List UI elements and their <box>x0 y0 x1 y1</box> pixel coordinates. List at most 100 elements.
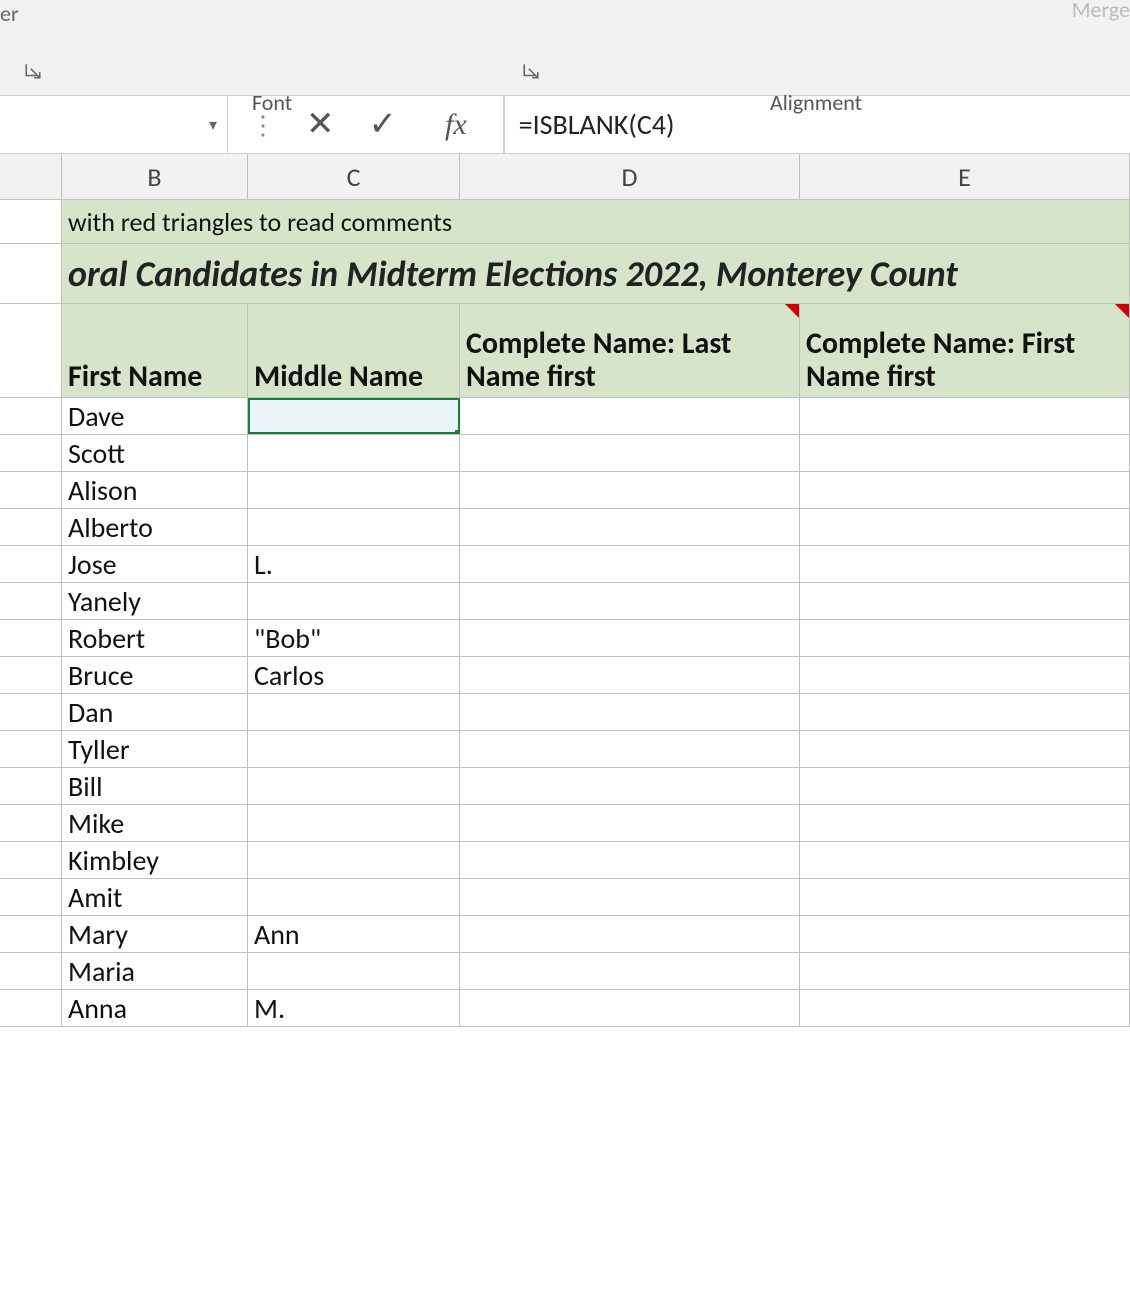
cell-complete-first-first[interactable] <box>800 842 1130 878</box>
cell-first-name[interactable]: Anna <box>62 990 248 1026</box>
cell-middle-name[interactable] <box>248 953 460 989</box>
cell[interactable] <box>0 509 62 545</box>
chevron-down-icon[interactable]: ▾ <box>209 115 217 135</box>
cell-complete-first-first[interactable] <box>800 546 1130 582</box>
cell-complete-first-first[interactable] <box>800 805 1130 841</box>
cell-complete-first-first[interactable] <box>800 768 1130 804</box>
cancel-icon[interactable]: ✕ <box>306 104 335 145</box>
cell-complete-first-first[interactable] <box>800 694 1130 730</box>
cell-middle-name[interactable] <box>248 768 460 804</box>
cell-complete-first-first[interactable] <box>800 731 1130 767</box>
cell-complete-first-first[interactable] <box>800 916 1130 952</box>
cell-first-name[interactable]: Amit <box>62 879 248 915</box>
cell[interactable] <box>0 916 62 952</box>
cell-middle-name[interactable]: Ann <box>248 916 460 952</box>
cell-first-name[interactable]: Robert <box>62 620 248 656</box>
cell-complete-first-first[interactable] <box>800 509 1130 545</box>
cell[interactable] <box>0 842 62 878</box>
cell[interactable] <box>0 731 62 767</box>
cell[interactable] <box>0 200 62 243</box>
cell-middle-name[interactable] <box>248 472 460 508</box>
cell-complete-last-first[interactable] <box>460 879 800 915</box>
cell[interactable] <box>0 435 62 471</box>
cell-middle-name[interactable]: M. <box>248 990 460 1026</box>
cell[interactable] <box>0 398 62 434</box>
fx-icon[interactable]: fx <box>431 108 481 142</box>
name-box[interactable]: ▾ <box>0 96 228 153</box>
cell-middle-name[interactable] <box>248 731 460 767</box>
cell[interactable] <box>0 953 62 989</box>
col-header-C[interactable]: C <box>248 154 460 199</box>
cell-complete-first-first[interactable] <box>800 472 1130 508</box>
cell-complete-last-first[interactable] <box>460 472 800 508</box>
col-header-E[interactable]: E <box>800 154 1130 199</box>
cell-first-name[interactable]: Dave <box>62 398 248 434</box>
cell-first-name[interactable]: Alberto <box>62 509 248 545</box>
cell-complete-first-first[interactable] <box>800 990 1130 1026</box>
cell-complete-first-first[interactable] <box>800 953 1130 989</box>
header-complete-last-first[interactable]: Complete Name: Last Name first <box>460 304 800 397</box>
cell[interactable] <box>0 768 62 804</box>
cell[interactable] <box>0 244 62 303</box>
header-complete-first-first[interactable]: Complete Name: First Name first <box>800 304 1130 397</box>
cell-first-name[interactable]: Jose <box>62 546 248 582</box>
cell-first-name[interactable]: Bill <box>62 768 248 804</box>
cell-first-name[interactable]: Yanely <box>62 583 248 619</box>
cell-first-name[interactable]: Mary <box>62 916 248 952</box>
cell-first-name[interactable]: Scott <box>62 435 248 471</box>
cell[interactable] <box>0 472 62 508</box>
cell-middle-name[interactable] <box>248 879 460 915</box>
enter-icon[interactable]: ✓ <box>369 104 398 145</box>
cell[interactable] <box>0 879 62 915</box>
cell-complete-last-first[interactable] <box>460 768 800 804</box>
cell-middle-name[interactable]: Carlos <box>248 657 460 693</box>
cell-complete-last-first[interactable] <box>460 842 800 878</box>
cell-middle-name[interactable] <box>248 509 460 545</box>
cell-first-name[interactable]: Bruce <box>62 657 248 693</box>
cell-middle-name[interactable]: "Bob" <box>248 620 460 656</box>
cell-complete-last-first[interactable] <box>460 620 800 656</box>
cell[interactable] <box>0 805 62 841</box>
cell-complete-last-first[interactable] <box>460 657 800 693</box>
col-header-D[interactable]: D <box>460 154 800 199</box>
cell-complete-last-first[interactable] <box>460 916 800 952</box>
cell[interactable] <box>0 304 62 397</box>
cell-complete-last-first[interactable] <box>460 805 800 841</box>
col-header-B[interactable]: B <box>62 154 248 199</box>
cell-first-name[interactable]: Maria <box>62 953 248 989</box>
cell-middle-name[interactable] <box>248 694 460 730</box>
cell[interactable] <box>0 546 62 582</box>
cell-complete-last-first[interactable] <box>460 509 800 545</box>
cell-first-name[interactable]: Alison <box>62 472 248 508</box>
cell-middle-name[interactable] <box>248 583 460 619</box>
cell-complete-last-first[interactable] <box>460 435 800 471</box>
cell-complete-last-first[interactable] <box>460 953 800 989</box>
cell-complete-first-first[interactable] <box>800 879 1130 915</box>
cell-complete-last-first[interactable] <box>460 546 800 582</box>
hint-cell[interactable]: with red triangles to read comments <box>62 200 1130 243</box>
cell-first-name[interactable]: Tyller <box>62 731 248 767</box>
header-first-name[interactable]: First Name <box>62 304 248 397</box>
cell-complete-first-first[interactable] <box>800 657 1130 693</box>
cell-complete-last-first[interactable] <box>460 694 800 730</box>
cell-first-name[interactable]: Mike <box>62 805 248 841</box>
col-header-A[interactable] <box>0 154 62 199</box>
cell[interactable] <box>0 694 62 730</box>
cell-complete-last-first[interactable] <box>460 398 800 434</box>
cell-complete-last-first[interactable] <box>460 731 800 767</box>
dialog-launcher-icon[interactable] <box>24 62 42 85</box>
header-middle-name[interactable]: Middle Name <box>248 304 460 397</box>
cell[interactable] <box>0 657 62 693</box>
cell-first-name[interactable]: Dan <box>62 694 248 730</box>
cell[interactable] <box>0 620 62 656</box>
cell-complete-last-first[interactable] <box>460 583 800 619</box>
cell-middle-name[interactable]: L. <box>248 546 460 582</box>
cell-complete-first-first[interactable] <box>800 398 1130 434</box>
cell[interactable] <box>0 583 62 619</box>
cell-complete-first-first[interactable] <box>800 583 1130 619</box>
cell-middle-name[interactable] <box>248 398 460 434</box>
cell-middle-name[interactable] <box>248 805 460 841</box>
cell-complete-last-first[interactable] <box>460 990 800 1026</box>
cell-middle-name[interactable] <box>248 842 460 878</box>
dialog-launcher-icon[interactable] <box>522 62 540 85</box>
